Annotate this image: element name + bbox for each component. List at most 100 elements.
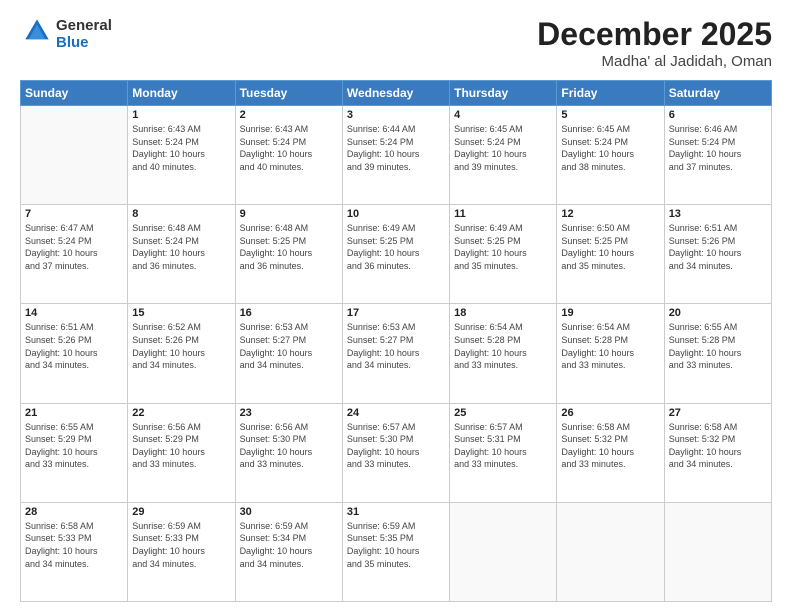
col-friday: Friday bbox=[557, 81, 664, 106]
day-number: 22 bbox=[132, 407, 230, 419]
day-number: 12 bbox=[561, 208, 659, 220]
day-number: 15 bbox=[132, 307, 230, 319]
day-number: 18 bbox=[454, 307, 552, 319]
day-info: Sunrise: 6:43 AMSunset: 5:24 PMDaylight:… bbox=[132, 123, 230, 173]
col-wednesday: Wednesday bbox=[342, 81, 449, 106]
table-row: 2 Sunrise: 6:43 AMSunset: 5:24 PMDaylight… bbox=[235, 106, 342, 205]
day-info: Sunrise: 6:53 AMSunset: 5:27 PMDaylight:… bbox=[347, 321, 445, 371]
day-info: Sunrise: 6:50 AMSunset: 5:25 PMDaylight:… bbox=[561, 222, 659, 272]
day-number: 30 bbox=[240, 506, 338, 518]
table-row: 31 Sunrise: 6:59 AMSunset: 5:35 PMDayligh… bbox=[342, 502, 449, 601]
table-row: 18 Sunrise: 6:54 AMSunset: 5:28 PMDayligh… bbox=[450, 304, 557, 403]
table-row: 12 Sunrise: 6:50 AMSunset: 5:25 PMDayligh… bbox=[557, 205, 664, 304]
day-info: Sunrise: 6:55 AMSunset: 5:28 PMDaylight:… bbox=[669, 321, 767, 371]
day-info: Sunrise: 6:46 AMSunset: 5:24 PMDaylight:… bbox=[669, 123, 767, 173]
day-number: 8 bbox=[132, 208, 230, 220]
day-number: 20 bbox=[669, 307, 767, 319]
day-info: Sunrise: 6:56 AMSunset: 5:30 PMDaylight:… bbox=[240, 421, 338, 471]
day-info: Sunrise: 6:56 AMSunset: 5:29 PMDaylight:… bbox=[132, 421, 230, 471]
calendar-week-row: 21Sunrise: 6:55 AMSunset: 5:29 PMDayligh… bbox=[21, 403, 772, 502]
day-number: 9 bbox=[240, 208, 338, 220]
day-number: 3 bbox=[347, 109, 445, 121]
calendar-body: 1 Sunrise: 6:43 AMSunset: 5:24 PMDaylight… bbox=[21, 106, 772, 602]
sub-title: Madha' al Jadidah, Oman bbox=[537, 53, 772, 70]
table-row: 28Sunrise: 6:58 AMSunset: 5:33 PMDayligh… bbox=[21, 502, 128, 601]
day-info: Sunrise: 6:51 AMSunset: 5:26 PMDaylight:… bbox=[669, 222, 767, 272]
col-thursday: Thursday bbox=[450, 81, 557, 106]
day-info: Sunrise: 6:55 AMSunset: 5:29 PMDaylight:… bbox=[25, 421, 123, 471]
table-row bbox=[21, 106, 128, 205]
table-row: 13Sunrise: 6:51 AMSunset: 5:26 PMDayligh… bbox=[664, 205, 771, 304]
day-number: 25 bbox=[454, 407, 552, 419]
day-number: 29 bbox=[132, 506, 230, 518]
table-row: 15Sunrise: 6:52 AMSunset: 5:26 PMDayligh… bbox=[128, 304, 235, 403]
table-row: 24 Sunrise: 6:57 AMSunset: 5:30 PMDayligh… bbox=[342, 403, 449, 502]
calendar-week-row: 28Sunrise: 6:58 AMSunset: 5:33 PMDayligh… bbox=[21, 502, 772, 601]
day-info: Sunrise: 6:59 AMSunset: 5:34 PMDaylight:… bbox=[240, 520, 338, 570]
day-info: Sunrise: 6:54 AMSunset: 5:28 PMDaylight:… bbox=[561, 321, 659, 371]
col-saturday: Saturday bbox=[664, 81, 771, 106]
table-row: 6Sunrise: 6:46 AMSunset: 5:24 PMDaylight… bbox=[664, 106, 771, 205]
day-number: 16 bbox=[240, 307, 338, 319]
table-row: 22 Sunrise: 6:56 AMSunset: 5:29 PMDayligh… bbox=[128, 403, 235, 502]
day-number: 10 bbox=[347, 208, 445, 220]
day-info: Sunrise: 6:48 AMSunset: 5:24 PMDaylight:… bbox=[132, 222, 230, 272]
col-monday: Monday bbox=[128, 81, 235, 106]
day-number: 2 bbox=[240, 109, 338, 121]
table-row: 1 Sunrise: 6:43 AMSunset: 5:24 PMDaylight… bbox=[128, 106, 235, 205]
day-info: Sunrise: 6:59 AMSunset: 5:35 PMDaylight:… bbox=[347, 520, 445, 570]
day-number: 5 bbox=[561, 109, 659, 121]
title-block: December 2025 Madha' al Jadidah, Oman bbox=[537, 16, 772, 70]
table-row: 21Sunrise: 6:55 AMSunset: 5:29 PMDayligh… bbox=[21, 403, 128, 502]
day-number: 31 bbox=[347, 506, 445, 518]
table-row: 25 Sunrise: 6:57 AMSunset: 5:31 PMDayligh… bbox=[450, 403, 557, 502]
day-info: Sunrise: 6:58 AMSunset: 5:32 PMDaylight:… bbox=[669, 421, 767, 471]
day-info: Sunrise: 6:57 AMSunset: 5:31 PMDaylight:… bbox=[454, 421, 552, 471]
day-number: 11 bbox=[454, 208, 552, 220]
day-number: 26 bbox=[561, 407, 659, 419]
day-number: 7 bbox=[25, 208, 123, 220]
table-row bbox=[664, 502, 771, 601]
table-row: 26Sunrise: 6:58 AMSunset: 5:32 PMDayligh… bbox=[557, 403, 664, 502]
day-info: Sunrise: 6:53 AMSunset: 5:27 PMDaylight:… bbox=[240, 321, 338, 371]
calendar-header-row: Sunday Monday Tuesday Wednesday Thursday… bbox=[21, 81, 772, 106]
calendar-week-row: 7 Sunrise: 6:47 AMSunset: 5:24 PMDaylight… bbox=[21, 205, 772, 304]
day-info: Sunrise: 6:51 AMSunset: 5:26 PMDaylight:… bbox=[25, 321, 123, 371]
table-row bbox=[557, 502, 664, 601]
logo-general: General bbox=[56, 17, 112, 34]
day-number: 23 bbox=[240, 407, 338, 419]
table-row: 5 Sunrise: 6:45 AMSunset: 5:24 PMDaylight… bbox=[557, 106, 664, 205]
day-info: Sunrise: 6:49 AMSunset: 5:25 PMDaylight:… bbox=[347, 222, 445, 272]
main-title: December 2025 bbox=[537, 16, 772, 53]
table-row: 11 Sunrise: 6:49 AMSunset: 5:25 PMDayligh… bbox=[450, 205, 557, 304]
day-number: 14 bbox=[25, 307, 123, 319]
day-number: 17 bbox=[347, 307, 445, 319]
header: General Blue December 2025 Madha' al Jad… bbox=[20, 16, 772, 70]
table-row: 23 Sunrise: 6:56 AMSunset: 5:30 PMDayligh… bbox=[235, 403, 342, 502]
table-row: 17 Sunrise: 6:53 AMSunset: 5:27 PMDayligh… bbox=[342, 304, 449, 403]
col-sunday: Sunday bbox=[21, 81, 128, 106]
day-number: 27 bbox=[669, 407, 767, 419]
table-row: 29Sunrise: 6:59 AMSunset: 5:33 PMDayligh… bbox=[128, 502, 235, 601]
calendar-week-row: 1 Sunrise: 6:43 AMSunset: 5:24 PMDaylight… bbox=[21, 106, 772, 205]
day-number: 24 bbox=[347, 407, 445, 419]
day-info: Sunrise: 6:48 AMSunset: 5:25 PMDaylight:… bbox=[240, 222, 338, 272]
table-row: 7 Sunrise: 6:47 AMSunset: 5:24 PMDaylight… bbox=[21, 205, 128, 304]
table-row: 8 Sunrise: 6:48 AMSunset: 5:24 PMDaylight… bbox=[128, 205, 235, 304]
day-info: Sunrise: 6:43 AMSunset: 5:24 PMDaylight:… bbox=[240, 123, 338, 173]
table-row: 9 Sunrise: 6:48 AMSunset: 5:25 PMDaylight… bbox=[235, 205, 342, 304]
col-tuesday: Tuesday bbox=[235, 81, 342, 106]
day-info: Sunrise: 6:47 AMSunset: 5:24 PMDaylight:… bbox=[25, 222, 123, 272]
table-row: 30 Sunrise: 6:59 AMSunset: 5:34 PMDayligh… bbox=[235, 502, 342, 601]
day-info: Sunrise: 6:49 AMSunset: 5:25 PMDaylight:… bbox=[454, 222, 552, 272]
table-row: 20 Sunrise: 6:55 AMSunset: 5:28 PMDayligh… bbox=[664, 304, 771, 403]
day-info: Sunrise: 6:57 AMSunset: 5:30 PMDaylight:… bbox=[347, 421, 445, 471]
day-info: Sunrise: 6:45 AMSunset: 5:24 PMDaylight:… bbox=[454, 123, 552, 173]
table-row: 19 Sunrise: 6:54 AMSunset: 5:28 PMDayligh… bbox=[557, 304, 664, 403]
day-number: 1 bbox=[132, 109, 230, 121]
day-info: Sunrise: 6:54 AMSunset: 5:28 PMDaylight:… bbox=[454, 321, 552, 371]
day-info: Sunrise: 6:45 AMSunset: 5:24 PMDaylight:… bbox=[561, 123, 659, 173]
day-number: 19 bbox=[561, 307, 659, 319]
table-row: 10 Sunrise: 6:49 AMSunset: 5:25 PMDayligh… bbox=[342, 205, 449, 304]
calendar-table: Sunday Monday Tuesday Wednesday Thursday… bbox=[20, 80, 772, 602]
